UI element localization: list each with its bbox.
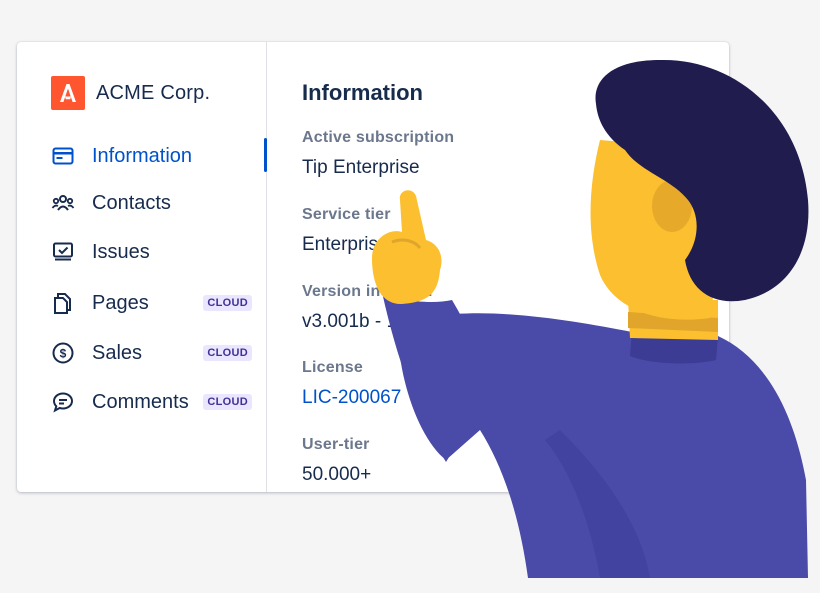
info-panel: ACME Corp. Information Contacts Issues P… — [17, 42, 729, 492]
field-label-user-tier: User-tier — [302, 436, 370, 453]
sidebar-item-label: Information — [92, 144, 193, 167]
license-link[interactable]: LIC-200067 — [302, 387, 401, 409]
field-value-version: v3.001b - 1f23ac — [302, 311, 444, 332]
page-title: Information — [302, 80, 423, 105]
field-label-service-tier: Service tier — [302, 206, 391, 223]
field-value-service-tier: Enterprise — [302, 234, 389, 255]
people-icon — [51, 191, 75, 215]
sidebar-item-label: Sales — [92, 341, 143, 364]
sidebar-item-pages[interactable]: Pages CLOUD — [51, 285, 266, 321]
sidebar-item-comments[interactable]: Comments CLOUD — [51, 384, 266, 420]
dollar-icon: $ — [51, 341, 75, 365]
sidebar-item-label: Issues — [92, 240, 150, 263]
field-label-version: Version installed — [302, 283, 433, 300]
brand-logo — [51, 76, 85, 110]
svg-text:$: $ — [60, 347, 67, 361]
active-indicator — [264, 138, 267, 172]
main-content: Information Active subscription Tip Ente… — [302, 42, 729, 492]
brand[interactable]: ACME Corp. — [51, 76, 210, 110]
comment-icon — [51, 390, 75, 414]
window-icon — [51, 144, 75, 168]
sidebar-item-issues[interactable]: Issues — [51, 234, 266, 270]
sidebar-item-sales[interactable]: $ Sales CLOUD — [51, 335, 266, 371]
sidebar-item-label: Comments — [92, 390, 189, 413]
brand-name: ACME Corp. — [96, 81, 211, 104]
sidebar-item-contacts[interactable]: Contacts — [51, 185, 266, 221]
monitor-check-icon — [51, 240, 75, 264]
field-label-subscription: Active subscription — [302, 129, 455, 146]
cloud-badge: CLOUD — [203, 295, 252, 311]
pages-icon — [51, 291, 75, 315]
sidebar-item-label: Pages — [92, 291, 149, 314]
field-label-license: License — [302, 359, 363, 376]
sidebar-item-information[interactable]: Information — [51, 138, 266, 174]
field-value-subscription: Tip Enterprise — [302, 157, 420, 178]
brand-logo-icon — [60, 84, 76, 102]
sidebar: ACME Corp. Information Contacts Issues P… — [17, 42, 267, 492]
field-value-user-tier: 50.000+ — [302, 464, 372, 485]
sidebar-item-label: Contacts — [92, 191, 171, 214]
cloud-badge: CLOUD — [203, 394, 252, 410]
cloud-badge: CLOUD — [203, 345, 252, 361]
